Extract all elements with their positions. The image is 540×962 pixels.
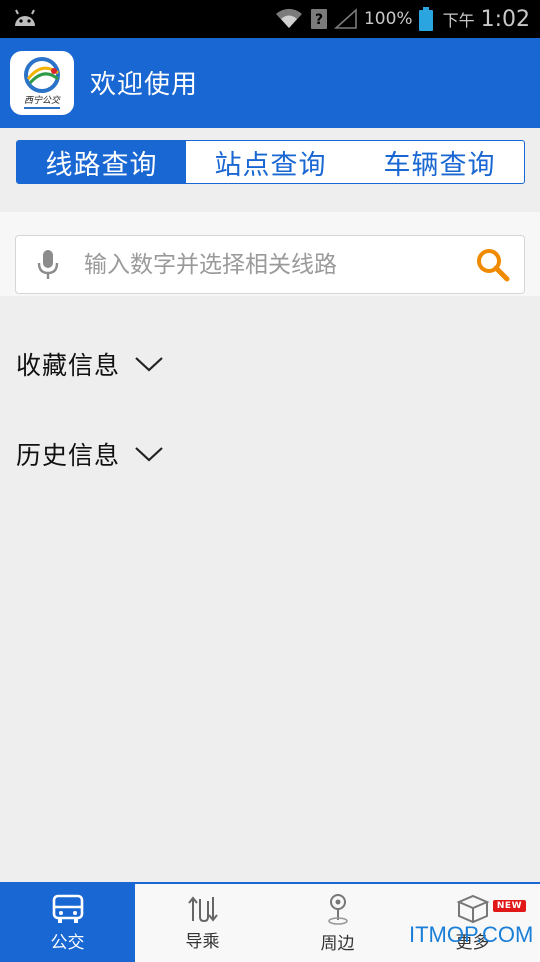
status-bar: ? 100% 下午 1:02 xyxy=(0,0,540,38)
status-indicators: ? 100% 下午 1:02 xyxy=(268,0,530,38)
nav-transfer-label: 导乘 xyxy=(185,931,220,952)
logo-text: 西宁公交 xyxy=(24,95,61,106)
android-icon xyxy=(15,9,35,26)
battery-percent: 100% xyxy=(363,9,413,29)
query-type-tabs: 线路查询 站点查询 车辆查询 xyxy=(16,140,525,184)
microphone-icon[interactable] xyxy=(36,249,60,281)
route-search-input[interactable] xyxy=(82,244,476,286)
nav-bus-label: 公交 xyxy=(50,932,85,953)
history-label: 历史信息 xyxy=(16,441,121,470)
nav-nearby[interactable]: 周边 xyxy=(270,884,405,962)
watermark-text: ITMOP.COM xyxy=(409,922,534,947)
wifi-icon xyxy=(275,8,302,28)
location-pin-icon xyxy=(327,893,348,925)
search-box[interactable] xyxy=(15,235,525,294)
tab-stop-query[interactable]: 站点查询 xyxy=(186,141,355,183)
more-boxes-icon xyxy=(455,894,490,923)
tab-route-query[interactable]: 线路查询 xyxy=(17,141,186,183)
no-signal-question-icon: ? xyxy=(310,9,327,29)
app-logo[interactable]: 西宁公交 xyxy=(10,51,74,115)
svg-text:?: ? xyxy=(315,12,323,28)
history-section-header[interactable]: 历史信息 xyxy=(16,436,164,472)
favorites-section-header[interactable]: 收藏信息 xyxy=(16,346,164,382)
nav-nearby-label: 周边 xyxy=(320,933,355,954)
nav-bus[interactable]: 公交 xyxy=(0,884,135,962)
clock-time: 1:02 xyxy=(480,6,530,32)
tab-vehicle-query[interactable]: 车辆查询 xyxy=(355,141,524,183)
transfer-icon xyxy=(187,895,218,922)
bus-icon xyxy=(52,894,83,923)
search-icon[interactable] xyxy=(476,248,510,282)
new-badge: NEW xyxy=(492,900,526,912)
chevron-down-icon xyxy=(135,357,163,372)
chevron-down-icon xyxy=(135,447,163,462)
signal-icon xyxy=(333,8,357,29)
clock-ampm: 下午 xyxy=(442,11,475,30)
nav-transfer[interactable]: 导乘 xyxy=(135,884,270,962)
favorites-label: 收藏信息 xyxy=(16,351,121,380)
app-header: 西宁公交 欢迎使用 xyxy=(0,38,540,128)
battery-icon xyxy=(418,7,433,31)
page-title: 欢迎使用 xyxy=(90,70,199,100)
bus-company-logo-icon: 西宁公交 xyxy=(24,57,61,109)
